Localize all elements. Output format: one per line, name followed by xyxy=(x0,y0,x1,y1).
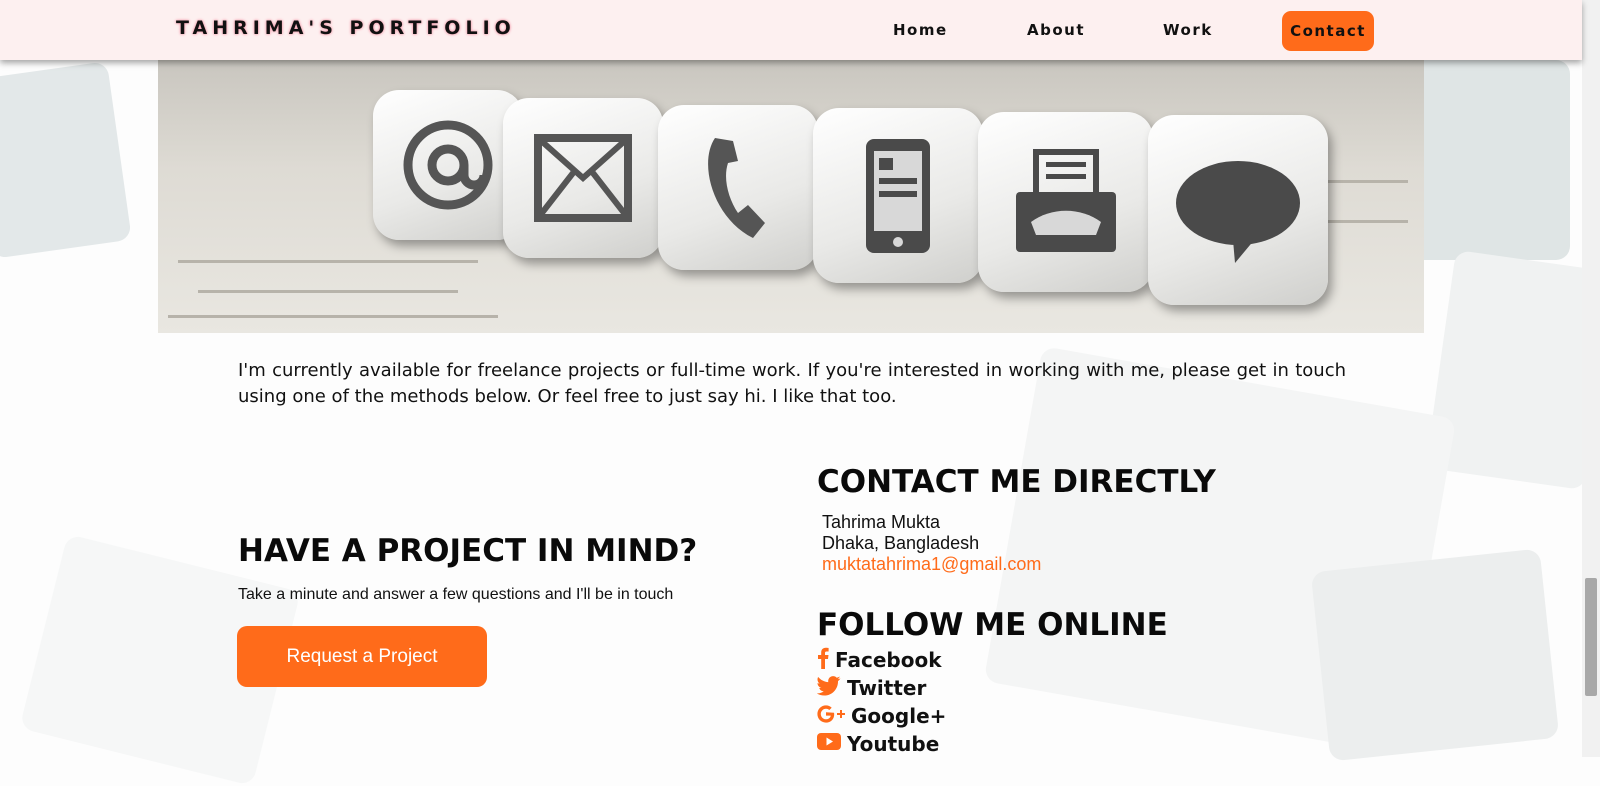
project-subtitle: Take a minute and answer a few questions… xyxy=(238,586,674,603)
nav-contact-button[interactable]: Contact xyxy=(1282,11,1374,51)
intro-paragraph: I'm currently available for freelance pr… xyxy=(238,360,1346,407)
paper-line xyxy=(198,290,458,293)
nav-work[interactable]: Work xyxy=(1163,21,1213,39)
nav-home[interactable]: Home xyxy=(893,21,948,39)
twitter-icon xyxy=(816,675,841,701)
youtube-icon xyxy=(817,732,841,756)
background-shape xyxy=(1400,60,1570,260)
background-shape xyxy=(0,61,132,259)
brand-logo[interactable]: TAHRIMA'S PORTFOLIO xyxy=(176,17,516,39)
fax-icon xyxy=(978,112,1153,292)
paper-line xyxy=(178,260,478,263)
contact-heading: CONTACT ME DIRECTLY xyxy=(817,464,1216,500)
paper-line xyxy=(1318,220,1408,223)
social-link-facebook[interactable]: Facebook xyxy=(817,647,942,673)
social-link-google-plus[interactable]: Google+ xyxy=(817,703,946,729)
background-shape xyxy=(1310,548,1560,762)
google-plus-icon xyxy=(817,704,845,728)
speech-bubble-icon xyxy=(1148,115,1328,305)
nav-about[interactable]: About xyxy=(1027,21,1085,39)
top-navbar: TAHRIMA'S PORTFOLIO Home About Work Cont… xyxy=(0,0,1582,60)
at-icon xyxy=(373,90,523,240)
scrollbar[interactable] xyxy=(1582,0,1600,757)
background-shape xyxy=(1425,249,1600,491)
social-label: Google+ xyxy=(851,704,947,728)
request-project-button[interactable]: Request a Project xyxy=(237,626,487,687)
envelope-icon xyxy=(503,98,663,258)
project-heading: HAVE A PROJECT IN MIND? xyxy=(238,533,698,569)
paper-line xyxy=(168,315,498,318)
hero-image xyxy=(158,60,1424,333)
social-label: Facebook xyxy=(835,648,942,672)
social-link-twitter[interactable]: Twitter xyxy=(816,675,927,701)
follow-heading: FOLLOW ME ONLINE xyxy=(817,607,1168,643)
facebook-icon xyxy=(817,647,829,674)
social-label: Youtube xyxy=(847,732,940,756)
social-link-youtube[interactable]: Youtube xyxy=(817,731,939,757)
phone-icon xyxy=(658,105,818,270)
contact-email-link[interactable]: muktatahrima1@gmail.com xyxy=(822,554,1041,575)
contact-location: Dhaka, Bangladesh xyxy=(822,533,980,553)
contact-name: Tahrima Mukta xyxy=(822,512,941,532)
tablet-icon xyxy=(813,108,983,283)
social-label: Twitter xyxy=(847,676,927,700)
scrollbar-thumb[interactable] xyxy=(1585,578,1597,696)
